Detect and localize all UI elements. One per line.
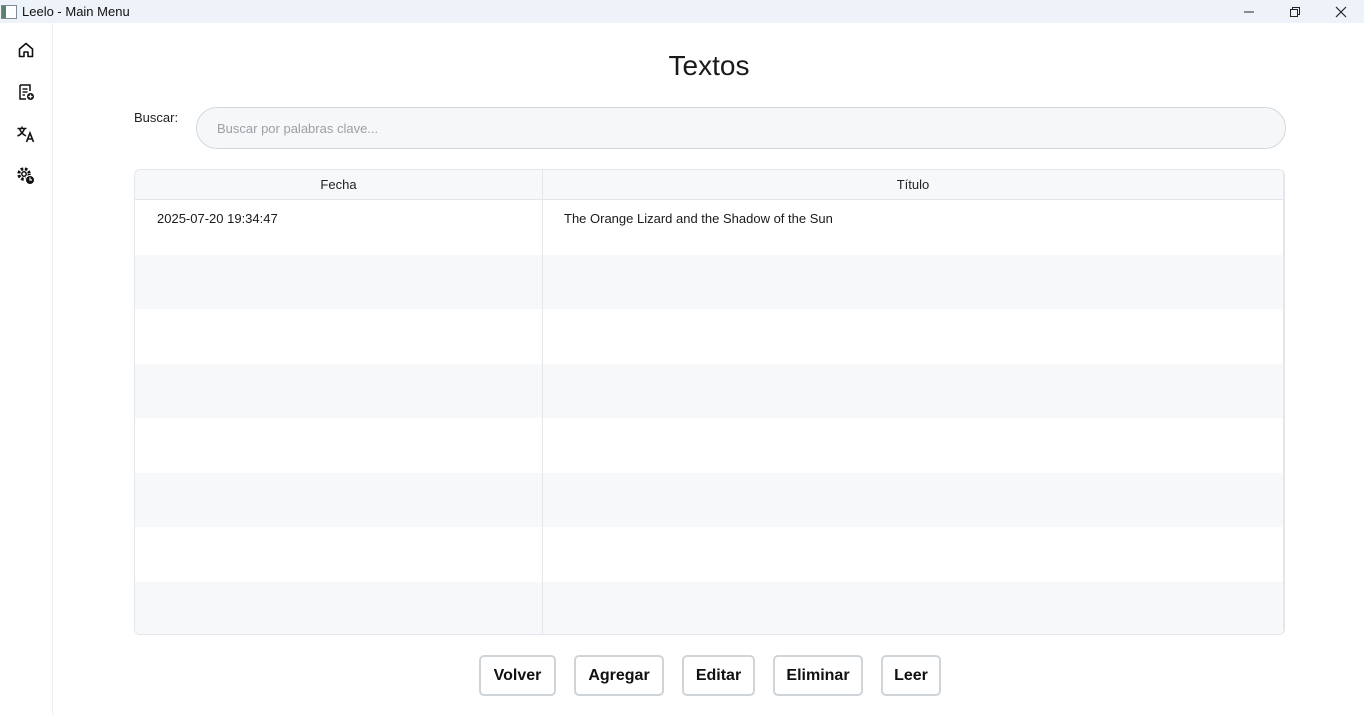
table-row-empty (135, 309, 1284, 364)
cell-empty (543, 581, 1284, 634)
table-row-empty (135, 527, 1284, 582)
table-row[interactable]: 2025-07-20 19:34:47 The Orange Lizard an… (135, 200, 1284, 255)
translate-icon (17, 126, 35, 143)
close-icon (1335, 6, 1347, 17)
cell-empty (543, 254, 1284, 309)
texts-table: Fecha Título 2025-07-20 19:34:47 The Ora… (134, 169, 1285, 635)
cell-empty (135, 581, 543, 634)
cell-titulo: The Orange Lizard and the Shadow of the … (543, 200, 1284, 255)
home-icon (18, 42, 34, 58)
settings-icon (17, 167, 35, 185)
cell-empty (543, 309, 1284, 364)
cell-empty (135, 472, 543, 527)
app-icon (1, 4, 17, 19)
leer-button[interactable]: Leer (881, 655, 941, 696)
window-controls (1226, 0, 1364, 23)
column-header-titulo[interactable]: Título (543, 170, 1284, 199)
table-row-empty (135, 472, 1284, 527)
cell-empty (543, 418, 1284, 473)
volver-button[interactable]: Volver (479, 655, 556, 696)
search-input[interactable] (196, 107, 1286, 149)
cell-empty (543, 527, 1284, 582)
maximize-button[interactable] (1272, 0, 1318, 23)
agregar-button[interactable]: Agregar (574, 655, 664, 696)
close-button[interactable] (1318, 0, 1364, 23)
cell-empty (135, 418, 543, 473)
restore-icon (1290, 6, 1300, 17)
table-row-empty (135, 418, 1284, 473)
eliminar-button[interactable]: Eliminar (773, 655, 863, 696)
table-row-empty (135, 254, 1284, 309)
cell-empty (135, 254, 543, 309)
add-document-icon (19, 84, 34, 100)
title-bar: Leelo - Main Menu (0, 0, 1364, 23)
sidebar-item-home[interactable] (15, 39, 37, 61)
table-row-empty (135, 363, 1284, 418)
cell-empty (135, 309, 543, 364)
cell-fecha: 2025-07-20 19:34:47 (135, 200, 543, 255)
search-label: Buscar: (134, 110, 179, 125)
table-row-empty (135, 581, 1284, 634)
cell-empty (135, 363, 543, 418)
sidebar-item-translate[interactable] (15, 123, 37, 145)
minimize-icon (1244, 11, 1254, 12)
action-bar: Volver Agregar Editar Eliminar Leer (0, 655, 1364, 696)
window-title: Leelo - Main Menu (22, 4, 130, 19)
cell-empty (543, 472, 1284, 527)
sidebar (0, 23, 53, 715)
minimize-button[interactable] (1226, 0, 1272, 23)
cell-empty (135, 527, 543, 582)
sidebar-item-settings[interactable] (15, 165, 37, 187)
column-header-fecha[interactable]: Fecha (135, 170, 543, 199)
table-header: Fecha Título (135, 170, 1284, 200)
cell-empty (543, 363, 1284, 418)
sidebar-item-texts[interactable] (15, 81, 37, 103)
page-title: Textos (668, 50, 750, 81)
editar-button[interactable]: Editar (682, 655, 755, 696)
